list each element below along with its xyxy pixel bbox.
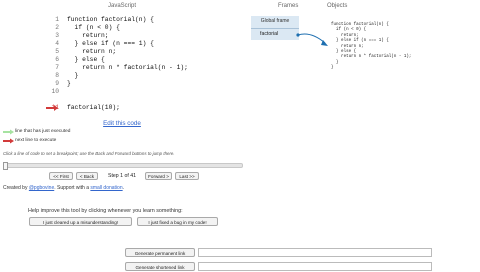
global-frame-title: Global frame — [260, 18, 290, 24]
next-line-arrow-icon — [46, 105, 58, 111]
legend-next: next line to execute — [15, 138, 57, 143]
object-line: } — [331, 66, 334, 71]
page: { "code_panel": { "language_label": "Jav… — [0, 0, 480, 271]
breakpoint-hint: Click a line of code to set a breakpoint… — [3, 151, 175, 156]
bug-fixed-button[interactable]: I just fixed a bug in my code! — [137, 217, 218, 226]
author-link[interactable]: @pgbovine — [29, 185, 54, 191]
code-listing: 1 function factorial(n) { 2 if (n < 0) { … — [51, 16, 188, 111]
step-slider-handle[interactable] — [3, 162, 8, 170]
next-arrow-icon — [3, 138, 14, 144]
step-slider[interactable] — [3, 162, 243, 170]
step-counter: Step 1 of 41 — [108, 173, 136, 179]
back-button[interactable]: < Back — [76, 172, 98, 180]
forward-button[interactable]: Forward > — [145, 172, 172, 180]
frame-variable-factorial: factorial — [260, 31, 279, 37]
frame-row: factorial — [251, 28, 299, 39]
objects-header: Objects — [327, 3, 348, 9]
pointer-arrow-icon — [296, 33, 328, 46]
executed-arrow-icon — [3, 129, 14, 135]
generate-permanent-link-button[interactable]: Generate permanent link — [125, 248, 195, 257]
language-label: JavaScript — [107, 3, 136, 9]
object-line: return n * factorial(n - 1); — [331, 55, 412, 60]
legend-executed: line that has just executed — [15, 129, 71, 134]
first-button[interactable]: << First — [49, 172, 73, 180]
global-frame: Global frame factorial — [251, 16, 299, 40]
last-button[interactable]: Last >> — [175, 172, 199, 180]
frames-header: Frames — [278, 3, 299, 9]
edit-code-link[interactable]: Edit this code — [0, 120, 244, 127]
misunderstanding-button[interactable]: I just cleared up a misunderstanding! — [29, 217, 132, 226]
function-object: function factorial(n) { if (n < 0) { ret… — [331, 23, 431, 75]
donation-link[interactable]: small donation — [90, 185, 122, 191]
credits: Created by @pgbovine. Support with a sma… — [3, 185, 125, 191]
feedback-prompt: Help improve this tool by clicking whene… — [28, 208, 183, 214]
permanent-link-field[interactable] — [198, 248, 432, 257]
